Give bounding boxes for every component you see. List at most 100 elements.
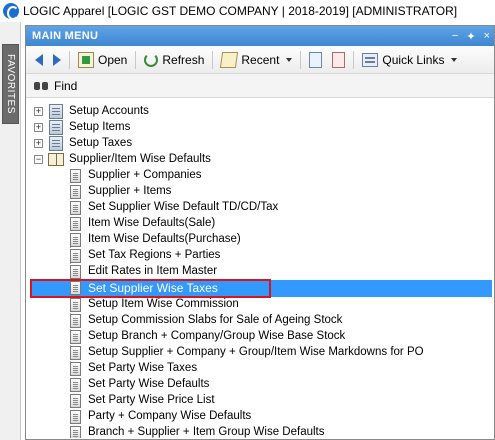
tree-leaf[interactable]: Party + Company Wise Defaults [26,409,466,425]
document-icon [70,298,81,312]
tree-leaf-label: Branch + Supplier + Item Group Wise Defa… [88,426,325,438]
quick-links-label: Quick Links [382,52,445,67]
document-icon [70,169,81,183]
folder-icon [49,120,63,135]
open-book-icon [48,153,64,166]
tree-node-label: Setup Taxes [69,137,133,149]
chevron-down-icon [451,57,458,62]
folder-icon [49,136,63,151]
tree-node-setup-items[interactable]: + Setup Items [26,120,326,136]
favorites-tab-label: FAVORITES [5,54,16,114]
tree-leaf[interactable]: Set Party Wise Taxes [26,361,466,377]
binoculars-icon [34,80,48,91]
tree-leaf-label: Set Tax Regions + Parties [88,249,221,261]
tree-leaf[interactable]: Supplier + Companies [26,168,466,184]
document-icon [70,185,81,199]
document-icon [70,281,81,295]
tree-leaf[interactable]: Set Tax Regions + Parties [26,248,466,264]
tree-leaf[interactable]: Edit Rates in Item Master [26,264,466,280]
refresh-button[interactable]: Refresh [139,51,209,69]
document-icon [70,233,81,247]
document-icon [70,410,81,424]
document-icon [70,249,81,263]
tree-leaf-label: Supplier + Items [88,185,172,197]
tree-leaf[interactable]: Set Party Wise Price List [26,393,466,409]
tree-leaf-label: Supplier + Companies [88,169,202,181]
tree-leaf[interactable]: Set Party Wise Defaults [26,377,466,393]
refresh-button-label: Refresh [162,52,205,67]
tree-leaf[interactable]: Setup Supplier + Company + Group/Item Wi… [26,345,466,361]
tree-leaf-label: Setup Branch + Company/Group Wise Base S… [88,330,346,342]
tree-leaf-label: Item Wise Defaults(Purchase) [88,233,241,245]
toolbar-separator [300,50,302,69]
window-titlebar: LOGIC Apparel [LOGIC GST DEMO COMPANY | … [0,0,495,22]
tree-node-label: Setup Accounts [69,105,149,117]
document-icon [70,330,81,344]
tree-leaf[interactable]: Supplier + Items [26,184,466,200]
tree-leaf-label: Set Party Wise Taxes [88,362,198,374]
recent-dropdown-button[interactable]: Recent [216,50,297,70]
document-remove-button[interactable] [327,50,350,70]
tree-leaf-label: Set Party Wise Price List [88,394,215,406]
tree-leaf[interactable]: Setup Item Wise Commission [26,297,466,313]
document-icon [309,51,323,68]
main-menu-title: MAIN MENU [32,30,99,42]
tree-leaf[interactable]: Setup Commission Slabs for Sale of Agein… [26,313,466,329]
main-menu-header: MAIN MENU − ✦ × [26,26,494,46]
find-bar[interactable]: Find [26,74,494,98]
document-icon [70,265,81,279]
tree-node-supplier-item-wise-defaults[interactable]: − Supplier/Item Wise Defaults [26,152,326,168]
open-icon [78,51,94,68]
find-label: Find [54,78,78,93]
tree-node-label: Supplier/Item Wise Defaults [69,153,211,165]
tree-leaf[interactable]: Item Wise Defaults(Sale) [26,216,466,232]
favorites-sidebar: FAVORITES [0,22,21,440]
panel-controls: − ✦ × [452,30,490,43]
tree-leaf-label: Set Supplier Wise Taxes [88,281,218,295]
toolbar-separator [353,50,355,69]
document-icon [70,362,81,376]
tree-leaf-label: Item Wise Defaults(Sale) [88,217,216,229]
back-button[interactable] [30,52,48,68]
tree-leaf-label: Setup Commission Slabs for Sale of Agein… [88,314,343,326]
expand-icon[interactable]: + [34,139,43,148]
favorites-tab[interactable]: FAVORITES [2,44,19,124]
panel-pin-icon[interactable]: ✦ [466,30,475,43]
tree-leaf-label: Party + Company Wise Defaults [88,410,252,422]
document-icon [70,346,81,360]
expand-icon[interactable]: + [34,107,43,116]
chevron-down-icon [286,57,293,62]
document-button[interactable] [304,50,327,70]
main-menu-panel: MAIN MENU − ✦ × Open Refresh Recent Quic… [25,25,495,440]
document-icon [70,217,81,231]
open-button[interactable]: Open [73,50,132,70]
forward-button[interactable] [48,52,66,68]
open-button-label: Open [98,52,128,67]
tree-node-setup-accounts[interactable]: + Setup Accounts [26,104,326,120]
forward-arrow-icon [53,53,61,66]
app-logo-icon [3,3,19,20]
folder-icon [49,104,63,119]
tree-leaf-selected[interactable]: Set Supplier Wise Taxes [30,280,492,297]
tree-leaf[interactable]: Item Wise Defaults(Purchase) [26,232,466,248]
collapse-icon[interactable]: − [34,155,43,164]
recent-icon [220,51,239,68]
tree-leaf[interactable]: Branch + Supplier + Item Group Wise Defa… [26,425,466,438]
window-title: LOGIC Apparel [LOGIC GST DEMO COMPANY | … [23,4,458,18]
tree-leaf-label: Setup Item Wise Commission [88,298,239,310]
tree-leaf-label: Edit Rates in Item Master [88,265,218,277]
tree-leaf[interactable]: Setup Branch + Company/Group Wise Base S… [26,329,466,345]
toolbar-separator [212,50,214,69]
panel-close-icon[interactable]: × [484,30,490,43]
tree-leaf[interactable]: Set Supplier Wise Default TD/CD/Tax [26,200,466,216]
document-icon [70,314,81,328]
toolbar-separator [135,50,137,69]
tree-node-setup-taxes[interactable]: + Setup Taxes [26,136,326,152]
document-icon [70,394,81,408]
expand-icon[interactable]: + [34,123,43,132]
back-arrow-icon [35,53,43,66]
quick-links-dropdown-button[interactable]: Quick Links [357,51,462,69]
recent-button-label: Recent [241,52,280,67]
panel-minimize-icon[interactable]: − [452,30,458,43]
toolbar-separator [69,50,70,69]
